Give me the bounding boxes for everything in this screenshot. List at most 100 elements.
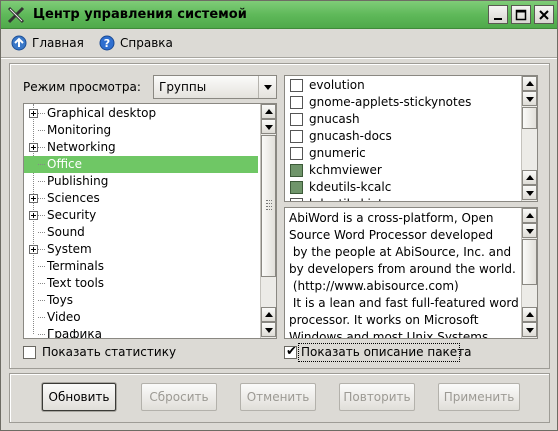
menu-help[interactable]: ? Справка: [99, 33, 173, 53]
show-stats-label[interactable]: Показать статистику: [42, 345, 176, 359]
groups-tree[interactable]: Graphical desktop Monitoring Networking Off…: [23, 103, 277, 339]
chevron-down-icon: [264, 85, 272, 90]
tree-connector: [38, 334, 45, 335]
arrow-down-icon: [526, 97, 534, 102]
package-row[interactable]: kdeutils-kjots: [285, 196, 517, 201]
minimize-button[interactable]: [488, 5, 508, 24]
description-line: by developers from around the world.: [289, 262, 516, 276]
scroll-down-button[interactable]: [522, 185, 537, 200]
tree-item-label: Monitoring: [47, 123, 112, 137]
arrow-down-icon: [265, 125, 273, 130]
packages-list[interactable]: evolution gnome-applets-stickynotes gnucas…: [284, 75, 538, 202]
package-checkbox[interactable]: [290, 164, 303, 177]
expand-plus-icon[interactable]: [29, 245, 38, 254]
window-title: Центр управления системой: [33, 7, 247, 22]
scroll-up-button-bottom[interactable]: [522, 307, 537, 322]
arrow-up-icon: [526, 175, 534, 180]
package-description[interactable]: AbiWord is a cross-platform, Open Source …: [284, 207, 538, 339]
package-checkbox[interactable]: [290, 198, 303, 201]
maximize-button[interactable]: [511, 5, 531, 24]
menu-home-label: Главная: [32, 36, 84, 50]
tree-connector: [38, 266, 45, 267]
package-row[interactable]: gnucash-docs: [285, 128, 517, 145]
tree-item[interactable]: System: [24, 241, 258, 258]
tree-item[interactable]: Графика: [24, 326, 258, 338]
package-checkbox[interactable]: [290, 96, 303, 109]
tree-item[interactable]: Publishing: [24, 173, 258, 190]
scroll-thumb[interactable]: [522, 107, 537, 129]
expand-plus-icon[interactable]: [29, 109, 38, 118]
cancel-button[interactable]: Отменить: [240, 383, 316, 411]
package-checkbox[interactable]: [290, 130, 303, 143]
tree-connector: [38, 198, 45, 199]
package-name: kdeutils-kcalc: [309, 180, 392, 194]
description-text: AbiWord is a cross-platform, Open Source …: [289, 210, 521, 338]
title-bar[interactable]: Центр управления системой: [1, 1, 557, 29]
tree-item-label: Networking: [47, 140, 116, 154]
arrow-up-icon: [526, 213, 534, 218]
tree-item-label: Terminals: [47, 259, 104, 273]
tree-item[interactable]: Monitoring: [24, 122, 258, 139]
package-checkbox[interactable]: [290, 113, 303, 126]
scroll-down-button-top[interactable]: [261, 119, 276, 134]
show-description-label[interactable]: Показать описание пакета: [301, 345, 472, 359]
packages-scrollbar[interactable]: [521, 76, 537, 201]
tree-connector: [38, 164, 45, 165]
show-stats-checkbox[interactable]: [23, 346, 36, 359]
scroll-down-button-top[interactable]: [522, 91, 537, 106]
description-line: Source Word Processor developed: [289, 228, 494, 242]
tree-connector: [38, 317, 45, 318]
tree-item-label: Security: [47, 208, 97, 222]
scroll-down-button[interactable]: [522, 322, 537, 337]
groups-scrollbar[interactable]: [260, 104, 276, 338]
tree-connector: [38, 130, 45, 131]
package-name: kdeutils-kjots: [309, 197, 389, 201]
repeat-button[interactable]: Повторить: [339, 383, 415, 411]
scroll-thumb[interactable]: [522, 239, 537, 285]
scroll-up-button[interactable]: [522, 76, 537, 91]
menu-help-label: Справка: [120, 36, 173, 50]
tree-item[interactable]: Toys: [24, 292, 258, 309]
package-row[interactable]: kdeutils-kcalc: [285, 179, 517, 196]
tree-connector: [38, 232, 45, 233]
menu-home[interactable]: Главная: [11, 33, 84, 53]
tree-item[interactable]: Sciences: [24, 190, 258, 207]
scroll-up-button-bottom[interactable]: [522, 170, 537, 185]
reset-button[interactable]: Сбросить: [141, 383, 217, 411]
apply-button[interactable]: Применить: [438, 383, 520, 411]
package-checkbox[interactable]: [290, 147, 303, 160]
description-scrollbar[interactable]: [521, 208, 537, 338]
arrow-down-icon: [526, 229, 534, 234]
package-row[interactable]: gnumeric: [285, 145, 517, 162]
package-checkbox[interactable]: [290, 79, 303, 92]
tree-item[interactable]: Office: [24, 156, 258, 173]
package-row[interactable]: gnome-applets-stickynotes: [285, 94, 517, 111]
tree-item[interactable]: Sound: [24, 224, 258, 241]
tree-item[interactable]: Video: [24, 309, 258, 326]
view-mode-dropdown-arrow[interactable]: [258, 76, 276, 98]
scroll-up-button-bottom[interactable]: [261, 307, 276, 322]
tree-item[interactable]: Text tools: [24, 275, 258, 292]
package-row[interactable]: kchmviewer: [285, 162, 517, 179]
package-checkbox[interactable]: [290, 181, 303, 194]
package-row[interactable]: evolution: [285, 77, 517, 94]
expand-plus-icon[interactable]: [29, 211, 38, 220]
view-mode-select[interactable]: Группы: [153, 75, 277, 99]
package-row[interactable]: gnucash: [285, 111, 517, 128]
tree-item[interactable]: Graphical desktop: [24, 105, 258, 122]
scroll-up-button[interactable]: [261, 104, 276, 119]
tree-item-label: Toys: [47, 293, 73, 307]
tree-item[interactable]: Networking: [24, 139, 258, 156]
scroll-down-button[interactable]: [261, 322, 276, 337]
refresh-button[interactable]: Обновить: [42, 383, 116, 411]
show-description-checkbox[interactable]: ✔: [284, 344, 297, 359]
scroll-down-button-top[interactable]: [522, 223, 537, 238]
expand-plus-icon[interactable]: [29, 143, 38, 152]
scroll-up-button[interactable]: [522, 208, 537, 223]
expand-plus-icon[interactable]: [29, 194, 38, 203]
scroll-thumb[interactable]: [261, 135, 276, 277]
tree-item[interactable]: Security: [24, 207, 258, 224]
tree-item-label: Office: [47, 157, 83, 171]
tree-item[interactable]: Terminals: [24, 258, 258, 275]
close-button[interactable]: [534, 5, 554, 24]
